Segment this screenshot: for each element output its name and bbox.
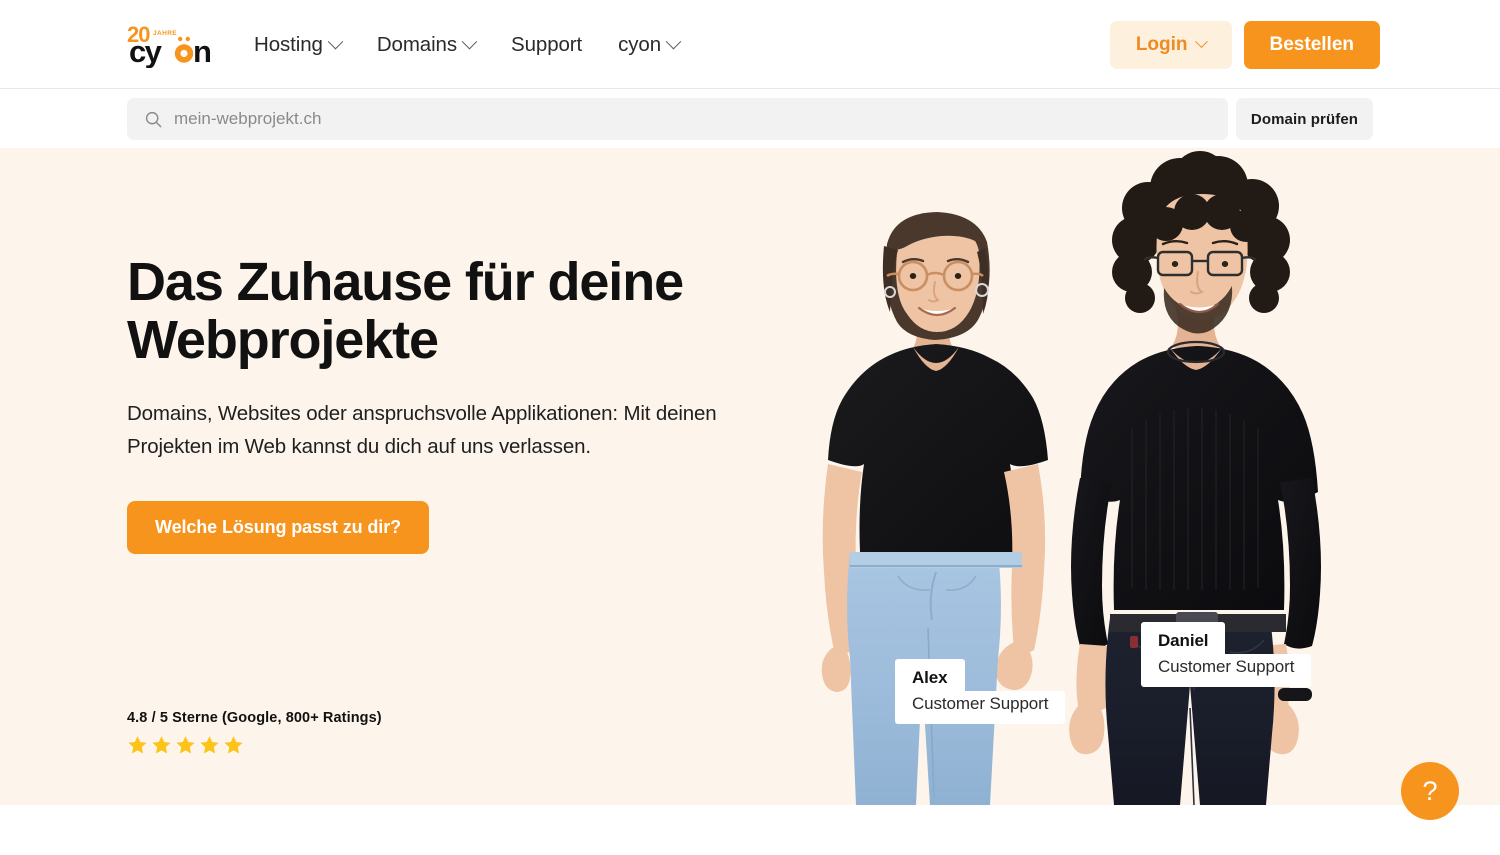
jeans-tab bbox=[1130, 636, 1138, 648]
nav-item-label: Domains bbox=[376, 32, 458, 56]
support-team-photo bbox=[780, 148, 1400, 805]
search-input[interactable] bbox=[174, 109, 1074, 129]
person-card-role-row: Customer Support bbox=[895, 691, 1066, 724]
wristband bbox=[1278, 688, 1312, 701]
order-button-label: Bestellen bbox=[1269, 33, 1354, 55]
login-button[interactable]: Login bbox=[1109, 20, 1232, 69]
cyon-logo-icon: 20 JAHRE cy n bbox=[127, 22, 213, 68]
rating-text: 4.8 / 5 Sterne (Google, 800+ Ratings) bbox=[127, 710, 382, 726]
chevron-down-icon bbox=[327, 33, 344, 50]
cyon-logo[interactable]: 20 JAHRE cy n bbox=[127, 22, 219, 68]
solution-cta-button[interactable]: Welche Lösung passt zu dir? bbox=[127, 501, 429, 555]
star-icon bbox=[176, 736, 195, 754]
nav-item-cyon[interactable]: cyon bbox=[618, 32, 682, 57]
nav-item-support[interactable]: Support bbox=[511, 33, 582, 57]
nav-item-hosting[interactable]: Hosting bbox=[254, 32, 344, 57]
support-team-photo-image bbox=[780, 148, 1400, 805]
page-title: Das Zuhause für deine Webprojekte bbox=[127, 252, 684, 371]
svg-text:n: n bbox=[193, 34, 211, 68]
hero-subtitle: Domains, Websites oder anspruchsvolle Ap… bbox=[127, 401, 717, 459]
hero-copy: Das Zuhause für deine Webprojekte Domain… bbox=[127, 252, 747, 555]
nav-item-label: cyon bbox=[618, 32, 662, 56]
person-role: Customer Support bbox=[1141, 654, 1312, 687]
person-name: Alex bbox=[895, 659, 965, 692]
person-role: Customer Support bbox=[895, 691, 1066, 724]
star-icon bbox=[152, 736, 171, 754]
chevron-down-icon bbox=[461, 33, 478, 50]
order-button[interactable]: Bestellen bbox=[1243, 20, 1380, 69]
star-icon bbox=[200, 736, 219, 754]
rating-stars bbox=[127, 735, 382, 756]
chevron-down-icon bbox=[1194, 35, 1208, 49]
nav-item-label: Support bbox=[511, 32, 583, 56]
check-domain-button[interactable]: Domain prüfen bbox=[1236, 98, 1373, 140]
site-header: 20 JAHRE cy n Hosting Domains Support cy… bbox=[0, 0, 1500, 89]
hero-section: Das Zuhause für deine Webprojekte Domain… bbox=[0, 148, 1500, 805]
nav-item-domains[interactable]: Domains bbox=[376, 32, 478, 57]
nav-item-label: Hosting bbox=[254, 32, 323, 56]
chevron-down-icon bbox=[665, 33, 682, 50]
person-card-name-row: Alex bbox=[895, 659, 1065, 692]
help-button[interactable]: ? bbox=[1401, 762, 1459, 820]
star-icon bbox=[128, 736, 147, 754]
login-button-label: Login bbox=[1135, 33, 1188, 55]
rating-block: 4.8 / 5 Sterne (Google, 800+ Ratings) bbox=[127, 710, 382, 756]
person-card-alex: Alex Customer Support bbox=[895, 659, 1066, 724]
person-card-daniel: Daniel Customer Support bbox=[1141, 622, 1312, 687]
person-name: Daniel bbox=[1141, 622, 1226, 655]
header-actions: Login Bestellen bbox=[1109, 0, 1380, 89]
svg-text:cy: cy bbox=[129, 34, 163, 68]
domain-search-field[interactable] bbox=[127, 98, 1228, 140]
person-card-role-row: Customer Support bbox=[1141, 654, 1312, 687]
star-icon bbox=[224, 736, 243, 754]
person-card-name-row: Daniel bbox=[1141, 622, 1311, 655]
search-icon bbox=[145, 111, 162, 127]
main-navigation: Hosting Domains Support cyon bbox=[254, 0, 682, 89]
page-root: 20 JAHRE cy n Hosting Domains Support cy… bbox=[0, 0, 1500, 855]
